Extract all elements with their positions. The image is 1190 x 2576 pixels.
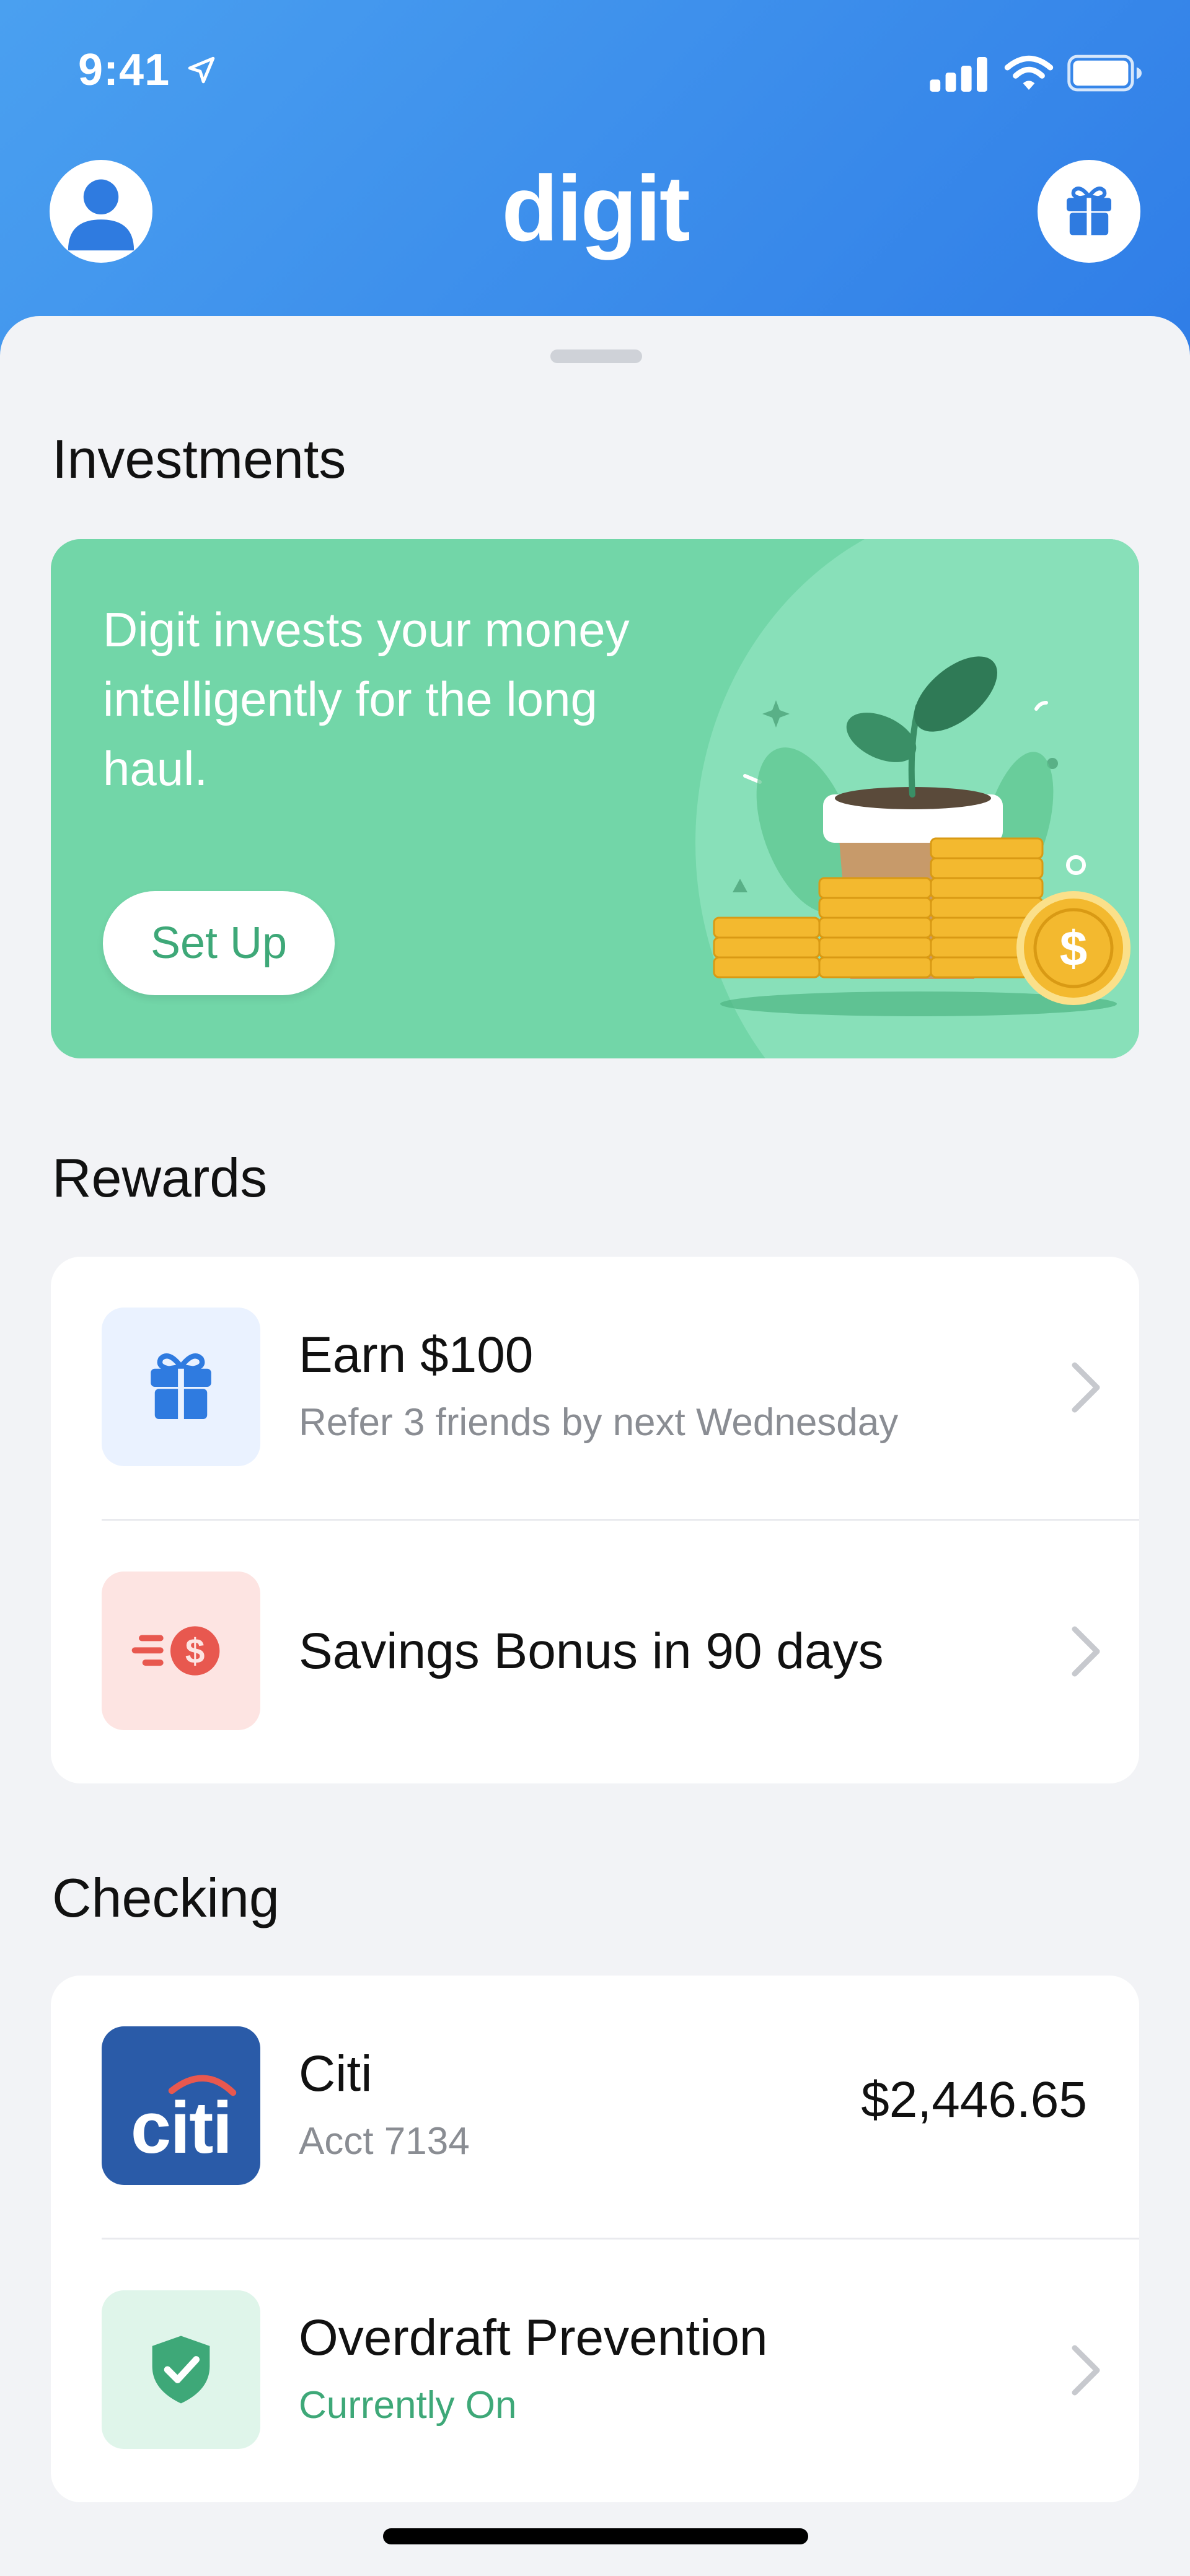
investments-heading: Investments — [52, 428, 346, 490]
rewards-heading: Rewards — [52, 1147, 268, 1208]
svg-text:$: $ — [1060, 921, 1088, 976]
reward-title: Earn $100 — [299, 1327, 534, 1383]
plant-coins-illustration: $ — [713, 656, 1130, 1016]
overdraft-title: Overdraft Prevention — [299, 2310, 768, 2366]
citi-logo: citi — [102, 2026, 260, 2185]
investments-description: Digit invests your money intelligently f… — [103, 602, 630, 796]
location-arrow-icon — [188, 56, 215, 84]
bank-name: Citi — [299, 2046, 372, 2102]
dollar-speed-icon: $ — [131, 1626, 220, 1676]
account-balance: $2,446.65 — [861, 2072, 1087, 2128]
savings-bonus-tile: $ — [102, 1572, 260, 1730]
account-number: Acct 7134 — [299, 2120, 470, 2163]
sheet-drag-handle[interactable] — [550, 349, 642, 363]
gift-icon — [151, 1353, 211, 1419]
status-time: 9:41 — [78, 45, 170, 95]
app-screen: 9:41 digit Investments Digit invests you… — [0, 0, 1190, 2576]
gift-button[interactable] — [1038, 160, 1140, 263]
rewards-card: Earn $100 Refer 3 friends by next Wednes… — [51, 1257, 1139, 1783]
chevron-right-icon — [1072, 2345, 1100, 2396]
cellular-signal-icon — [930, 57, 987, 92]
content-sheet[interactable]: Investments Digit invests your money int… — [0, 316, 1190, 2576]
gift-tile — [102, 1308, 260, 1466]
wifi-icon — [1004, 55, 1054, 90]
chevron-right-icon — [1072, 1362, 1100, 1413]
investments-card[interactable]: Digit invests your money intelligently f… — [51, 539, 1139, 1058]
app-logo: digit — [501, 156, 690, 260]
home-indicator[interactable] — [383, 2528, 808, 2544]
shield-check-icon — [152, 2336, 210, 2404]
overdraft-prevention-row[interactable]: Overdraft Prevention Currently On — [51, 2240, 1139, 2502]
checking-account-row[interactable]: citi Citi Acct 7134 $2,446.65 — [51, 1976, 1139, 2238]
bank-logo-text: citi — [130, 2087, 233, 2169]
reward-row-savings-bonus[interactable]: $ Savings Bonus in 90 days — [51, 1521, 1139, 1783]
reward-title: Savings Bonus in 90 days — [299, 1623, 884, 1679]
gift-icon — [1067, 187, 1111, 235]
checking-heading: Checking — [52, 1867, 280, 1928]
shield-tile — [102, 2290, 260, 2449]
overdraft-status: Currently On — [299, 2384, 517, 2427]
battery-icon — [1067, 55, 1142, 92]
reward-subtitle: Refer 3 friends by next Wednesday — [299, 1401, 899, 1444]
chevron-right-icon — [1072, 1626, 1100, 1677]
svg-text:$: $ — [185, 1632, 205, 1671]
status-bar: 9:41 — [0, 0, 1190, 143]
reward-row-referral[interactable]: Earn $100 Refer 3 friends by next Wednes… — [51, 1257, 1139, 1519]
checking-card: citi Citi Acct 7134 $2,446.65 Overdraft … — [51, 1976, 1139, 2502]
set-up-button[interactable]: Set Up — [103, 891, 335, 995]
